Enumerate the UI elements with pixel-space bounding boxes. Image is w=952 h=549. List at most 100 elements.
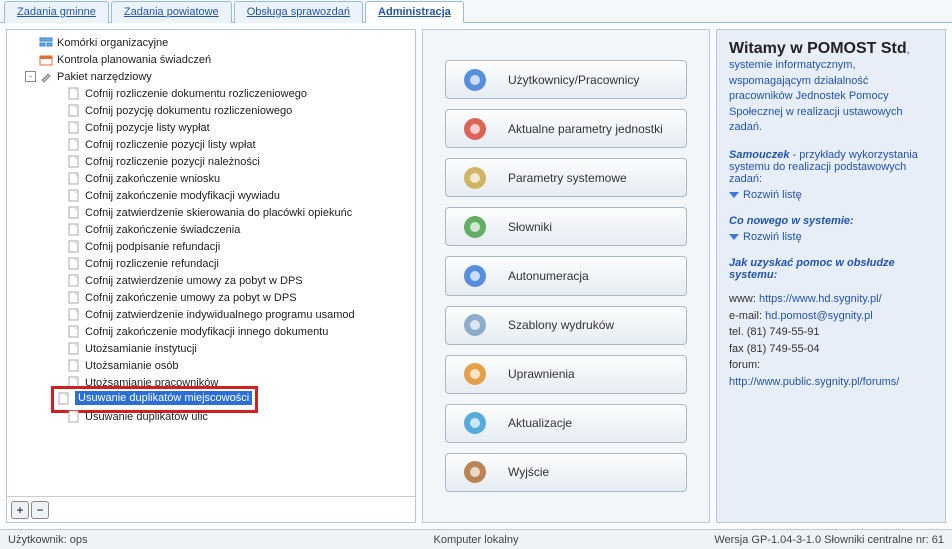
nav-button-5[interactable]: Szablony wydruków (445, 306, 687, 345)
forum-link[interactable]: http://www.public.sygnity.pl/forums/ (729, 376, 899, 388)
tree-item[interactable]: Cofnij podpisanie refundacji (7, 238, 415, 255)
nav-button-label: Wyjście (508, 465, 549, 479)
tree-item[interactable]: -Pakiet narzędziowy (7, 68, 415, 85)
tree-toggle[interactable]: - (25, 71, 36, 82)
samouczek-expand[interactable]: Rozwiń listę (729, 189, 933, 201)
tel-text: tel. (81) 749-55-91 (729, 324, 933, 341)
edit-icon (460, 114, 490, 144)
nav-button-4[interactable]: Autonumeracja (445, 256, 687, 295)
tree-item[interactable]: Cofnij zakończenie umowy za pobyt w DPS (7, 289, 415, 306)
page-icon (67, 138, 81, 152)
www-link[interactable]: https://www.hd.sygnity.pl/ (759, 293, 882, 305)
cal-icon (39, 53, 53, 67)
page-icon (67, 274, 81, 288)
main-area: Komórki organizacyjneKontrola planowania… (0, 23, 952, 529)
nav-button-7[interactable]: Aktualizacje (445, 404, 687, 443)
calc-icon (460, 261, 490, 291)
tree-item[interactable]: Cofnij rozliczenie refundacji (7, 255, 415, 272)
page-icon (67, 155, 81, 169)
page-icon (67, 172, 81, 186)
contact-block: www: https://www.hd.sygnity.pl/ e-mail: … (729, 291, 933, 390)
tree-view[interactable]: Komórki organizacyjneKontrola planowania… (7, 30, 415, 496)
tree-panel: Komórki organizacyjneKontrola planowania… (6, 29, 416, 523)
status-host: Komputer lokalny (434, 534, 519, 546)
nav-button-1[interactable]: Aktualne parametry jednostki (445, 109, 687, 148)
tree-footer: + − (7, 496, 415, 522)
tab-2[interactable]: Obsługa sprawozdań (234, 1, 363, 23)
nav-button-0[interactable]: Użytkownicy/Pracownicy (445, 60, 687, 99)
refresh-icon (460, 408, 490, 438)
collapse-all-button[interactable]: − (31, 501, 49, 519)
nav-button-label: Aktualne parametry jednostki (508, 122, 663, 136)
page-icon (67, 325, 81, 339)
person-icon (460, 359, 490, 389)
page-icon (67, 410, 81, 424)
nav-button-label: Autonumeracja (508, 269, 589, 283)
welcome-title: Witamy w POMOST Std (729, 40, 907, 57)
nav-button-label: Aktualizacje (508, 416, 572, 430)
page-icon (67, 291, 81, 305)
tree-item[interactable]: Komórki organizacyjne (7, 34, 415, 51)
page-icon (67, 257, 81, 271)
door-icon (460, 457, 490, 487)
printer-icon (460, 310, 490, 340)
highlight-box: Usuwanie duplikatów miejscowości (51, 386, 258, 413)
tab-0[interactable]: Zadania gminne (4, 1, 109, 23)
page-icon (67, 87, 81, 101)
page-icon (67, 104, 81, 118)
tree-item[interactable]: Cofnij zatwierdzenie umowy za pobyt w DP… (7, 272, 415, 289)
nav-button-label: Uprawnienia (508, 367, 575, 381)
gears-icon (460, 163, 490, 193)
chevron-down-icon (729, 192, 739, 198)
nav-button-6[interactable]: Uprawnienia (445, 355, 687, 394)
page-icon (67, 240, 81, 254)
status-version: Wersja GP-1.04-3-1.0 Słowniki centralne … (714, 534, 944, 546)
nav-button-2[interactable]: Parametry systemowe (445, 158, 687, 197)
button-panel: Użytkownicy/Pracownicy Aktualne parametry… (422, 29, 710, 523)
tab-1[interactable]: Zadania powiatowe (111, 1, 232, 23)
tree-item[interactable]: Cofnij zakończenie modyfikacji wywiadu (7, 187, 415, 204)
tree-item[interactable]: Cofnij zatwierdzenie skierowania do plac… (7, 204, 415, 221)
welcome-lead: , systemie informatycznym, wspomagającym… (729, 44, 910, 133)
nav-button-label: Parametry systemowe (508, 171, 627, 185)
welcome-panel: Witamy w POMOST Std, systemie informatyc… (716, 29, 946, 523)
pomoc-heading: Jak uzyskać pomoc w obsłudze systemu: (729, 257, 933, 281)
nav-button-label: Szablony wydruków (508, 318, 614, 332)
tree-item[interactable]: Kontrola planowania świadczeń (7, 51, 415, 68)
nav-button-8[interactable]: Wyjście (445, 453, 687, 492)
tree-item[interactable]: Cofnij rozliczenie dokumentu rozliczenio… (7, 85, 415, 102)
tree-item[interactable]: Cofnij pozycje listy wypłat (7, 119, 415, 136)
users-icon (460, 65, 490, 95)
co-nowego-heading: Co nowego w systemie: (729, 215, 933, 227)
tree-item[interactable]: Cofnij pozycję dokumentu rozliczeniowego (7, 102, 415, 119)
books-icon (460, 212, 490, 242)
page-icon (57, 391, 71, 405)
tree-item[interactable]: Cofnij rozliczenie pozycji listy wpłat (7, 136, 415, 153)
tree-item[interactable]: Cofnij zakończenie modyfikacji innego do… (7, 323, 415, 340)
samouczek-heading: Samouczek - przykłady wykorzystania syst… (729, 149, 933, 185)
tree-item[interactable]: Usuwanie duplikatów miejscowości (7, 391, 415, 408)
page-icon (67, 308, 81, 322)
tab-3[interactable]: Administracja (365, 1, 464, 23)
tree-item[interactable]: Utożsamianie osób (7, 357, 415, 374)
co-nowego-expand[interactable]: Rozwiń listę (729, 231, 933, 243)
nav-button-label: Użytkownicy/Pracownicy (508, 73, 639, 87)
tree-item[interactable]: Cofnij zatwierdzenie indywidualnego prog… (7, 306, 415, 323)
tree-item[interactable]: Utożsamianie instytucji (7, 340, 415, 357)
page-icon (67, 223, 81, 237)
tree-item[interactable]: Cofnij zakończenie wniosku (7, 170, 415, 187)
nav-button-label: Słowniki (508, 220, 552, 234)
email-link[interactable]: hd.pomost@sygnity.pl (765, 310, 873, 322)
tabs-bar: Zadania gminneZadania powiatoweObsługa s… (0, 0, 952, 23)
tree-item[interactable]: Cofnij rozliczenie pozycji należności (7, 153, 415, 170)
page-icon (67, 342, 81, 356)
expand-all-button[interactable]: + (11, 501, 29, 519)
nav-button-3[interactable]: Słowniki (445, 207, 687, 246)
fax-text: fax (81) 749-55-04 (729, 341, 933, 358)
status-bar: Użytkownik: ops Komputer lokalny Wersja … (0, 529, 952, 549)
status-user: Użytkownik: ops (8, 534, 87, 546)
org-icon (39, 36, 53, 50)
tree-item[interactable]: Cofnij zakończenie świadczenia (7, 221, 415, 238)
page-icon (67, 189, 81, 203)
page-icon (67, 359, 81, 373)
